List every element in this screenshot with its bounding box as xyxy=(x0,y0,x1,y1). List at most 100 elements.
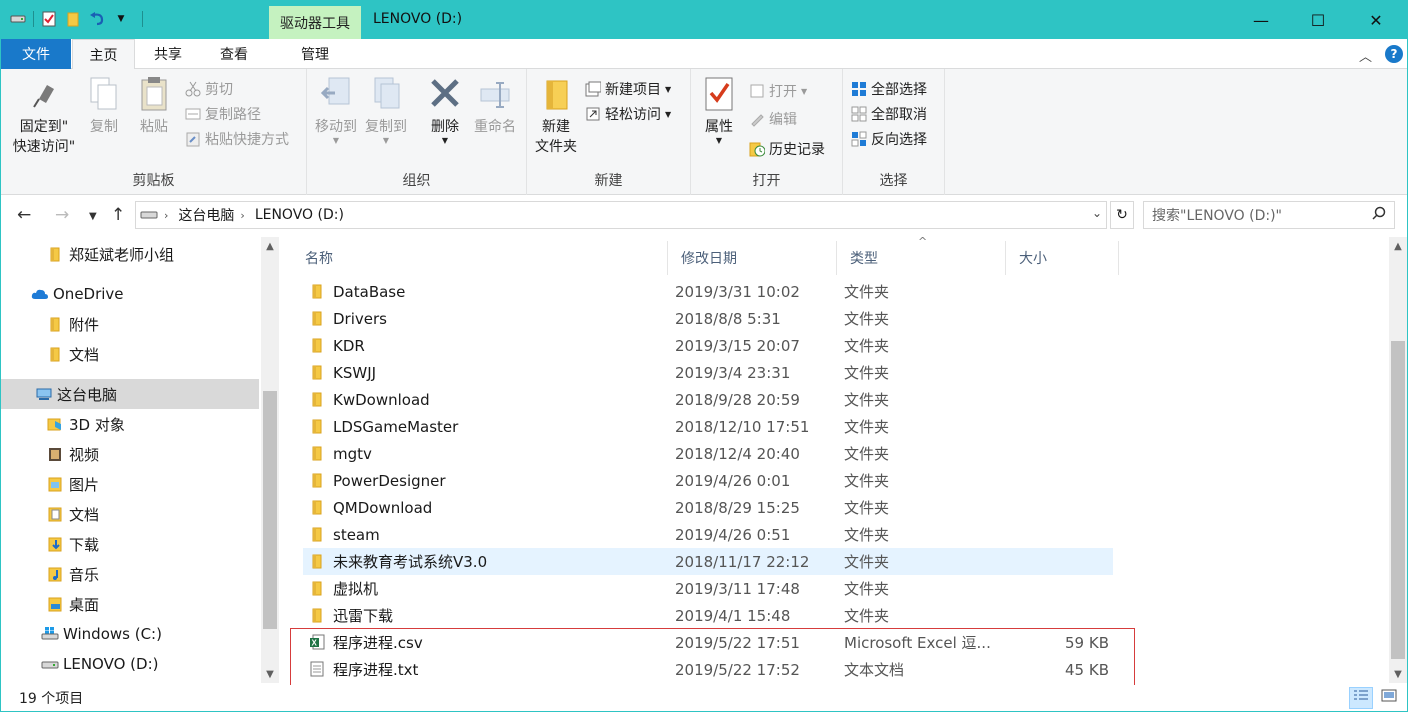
column-header-name[interactable]: 名称 xyxy=(291,241,668,275)
drive-tools-context-tab[interactable]: 驱动器工具 xyxy=(269,6,361,39)
sidebar-item-label: 附件 xyxy=(69,315,100,334)
column-header-date[interactable]: 修改日期 xyxy=(667,241,837,275)
sidebar-item[interactable]: LENOVO (D:) xyxy=(1,649,259,679)
maximize-button[interactable]: ☐ xyxy=(1295,1,1341,39)
file-row[interactable]: steam 2019/4/26 0:51 文件夹 xyxy=(303,521,1113,548)
sidebar-item[interactable]: 这台电脑 xyxy=(1,379,259,409)
file-row[interactable]: KDR 2019/3/15 20:07 文件夹 xyxy=(303,332,1113,359)
breadcrumb-this-pc[interactable]: 这台电脑 xyxy=(178,205,234,225)
tab-view[interactable]: 查看 xyxy=(201,39,267,69)
file-row[interactable]: 未来教育考试系统V3.0 2018/11/17 22:12 文件夹 xyxy=(303,548,1113,575)
scroll-up-icon[interactable]: ▲ xyxy=(261,237,279,255)
column-header-type[interactable]: 类型 xyxy=(836,241,1006,275)
minimize-button[interactable]: — xyxy=(1238,1,1284,39)
sidebar-item[interactable]: 郑延斌老师小组 xyxy=(1,239,259,269)
new-group-label: 新建 xyxy=(594,173,623,189)
sidebar-item[interactable]: 音乐 xyxy=(1,559,259,589)
rename-button[interactable]: 重命名 xyxy=(469,75,521,137)
sidebar-item[interactable]: 图片 xyxy=(1,469,259,499)
file-row[interactable]: KwDownload 2018/9/28 20:59 文件夹 xyxy=(303,386,1113,413)
copy-to-button[interactable]: 复制到 ▼ xyxy=(363,75,409,145)
file-row[interactable]: 虚拟机 2019/3/11 17:48 文件夹 xyxy=(303,575,1113,602)
file-type: 文件夹 xyxy=(844,391,890,409)
tab-home[interactable]: 主页 xyxy=(72,39,135,70)
sidebar-item-label: 音乐 xyxy=(69,565,100,584)
new-folder-icon[interactable] xyxy=(64,10,82,28)
folder-icon xyxy=(309,391,325,407)
move-to-button[interactable]: 移动到 ▼ xyxy=(313,75,359,145)
nav-scrollbar[interactable]: ▲ ▼ xyxy=(261,237,279,683)
forward-arrow-icon[interactable]: → xyxy=(55,205,69,225)
file-row[interactable]: mgtv 2018/12/4 20:40 文件夹 xyxy=(303,440,1113,467)
move-to-icon xyxy=(319,75,353,113)
file-row[interactable]: PowerDesigner 2019/4/26 0:01 文件夹 xyxy=(303,467,1113,494)
copy-button[interactable]: 复制 xyxy=(85,75,123,137)
sidebar-item[interactable]: 视频 xyxy=(1,439,259,469)
breadcrumb-drive[interactable]: LENOVO (D:) xyxy=(255,207,344,223)
open-button[interactable]: 打开 ▼ xyxy=(749,79,807,103)
up-arrow-icon[interactable]: ↑ xyxy=(111,205,125,225)
move-to-label: 移动到 xyxy=(315,119,357,135)
scroll-down-icon[interactable]: ▼ xyxy=(261,665,279,683)
sidebar-item[interactable]: OneDrive xyxy=(1,279,259,309)
column-date-label: 修改日期 xyxy=(681,251,737,267)
back-arrow-icon[interactable]: ← xyxy=(17,205,31,225)
file-row[interactable]: 迅雷下载 2019/4/1 15:48 文件夹 xyxy=(303,602,1113,629)
sidebar-item[interactable]: 附件 xyxy=(1,309,259,339)
details-view-button[interactable] xyxy=(1349,687,1373,709)
cut-button[interactable]: 剪切 xyxy=(185,77,233,101)
search-input[interactable]: 搜索"LENOVO (D:)" xyxy=(1143,201,1395,229)
help-icon[interactable]: ? xyxy=(1385,45,1403,63)
close-button[interactable]: ✕ xyxy=(1353,1,1399,39)
properties-button[interactable]: 属性 ▼ xyxy=(697,75,741,145)
sidebar-item[interactable]: 文档 xyxy=(1,499,259,529)
sidebar-item[interactable]: 文档 xyxy=(1,339,259,369)
edit-button[interactable]: 编辑 xyxy=(749,107,797,131)
new-folder-button[interactable]: 新建 文件夹 xyxy=(533,75,579,157)
sidebar-item[interactable]: Windows (C:) xyxy=(1,619,259,649)
file-row[interactable]: QMDownload 2018/8/29 15:25 文件夹 xyxy=(303,494,1113,521)
properties-check-icon xyxy=(702,75,736,113)
address-box[interactable]: › 这台电脑 › LENOVO (D:) ⌄ xyxy=(135,201,1107,229)
file-list-scroll-thumb[interactable] xyxy=(1391,341,1405,659)
copy-path-button[interactable]: 复制路径 xyxy=(185,102,261,126)
history-button[interactable]: 历史记录 xyxy=(749,137,825,161)
file-row[interactable]: LDSGameMaster 2018/12/10 17:51 文件夹 xyxy=(303,413,1113,440)
toolbar-separator xyxy=(142,11,143,27)
large-icons-view-button[interactable] xyxy=(1377,687,1401,709)
nav-scroll-thumb[interactable] xyxy=(263,391,277,629)
new-item-button[interactable]: 新建项目 ▼ xyxy=(585,77,671,101)
sidebar-item-label: 文档 xyxy=(69,345,100,364)
file-list-scrollbar[interactable]: ▲ ▼ xyxy=(1389,237,1407,683)
scroll-down-icon[interactable]: ▼ xyxy=(1389,665,1407,683)
file-row[interactable]: KSWJJ 2019/3/4 23:31 文件夹 xyxy=(303,359,1113,386)
file-row[interactable]: DataBase 2019/3/31 10:02 文件夹 xyxy=(303,278,1113,305)
sidebar-item[interactable]: 3D 对象 xyxy=(1,409,259,439)
tab-share[interactable]: 共享 xyxy=(135,39,201,69)
recent-locations-icon[interactable]: ▼ xyxy=(89,211,97,222)
file-row[interactable]: Drivers 2018/8/8 5:31 文件夹 xyxy=(303,305,1113,332)
invert-selection-button[interactable]: 反向选择 xyxy=(851,127,927,151)
select-none-button[interactable]: 全部取消 xyxy=(851,102,927,126)
pin-to-quick-access-button[interactable]: 固定到" 快速访问" xyxy=(7,75,81,157)
tab-manage[interactable]: 管理 xyxy=(269,39,361,69)
delete-button[interactable]: 删除 ▼ xyxy=(425,75,465,145)
scroll-up-icon[interactable]: ▲ xyxy=(1389,237,1407,255)
paste-shortcut-button[interactable]: 粘贴快捷方式 xyxy=(185,127,289,151)
tab-file[interactable]: 文件 xyxy=(1,39,71,69)
select-all-button[interactable]: 全部选择 xyxy=(851,77,927,101)
clipboard-group-label: 剪贴板 xyxy=(132,173,175,189)
undo-icon[interactable] xyxy=(88,10,106,28)
refresh-button[interactable]: ↻ xyxy=(1110,201,1134,229)
file-name: QMDownload xyxy=(333,498,433,517)
collapse-ribbon-icon[interactable]: ︿ xyxy=(1359,46,1372,65)
customize-toolbar-icon[interactable]: ▼ xyxy=(112,10,130,28)
properties-icon[interactable] xyxy=(40,10,58,28)
paste-button[interactable]: 粘贴 xyxy=(135,75,173,137)
address-dropdown-icon[interactable]: ⌄ xyxy=(1092,206,1102,220)
column-header-size[interactable]: 大小 xyxy=(1005,241,1119,275)
sidebar-item[interactable]: 下载 xyxy=(1,529,259,559)
copy-to-icon xyxy=(369,75,403,113)
sidebar-item[interactable]: 桌面 xyxy=(1,589,259,619)
easy-access-button[interactable]: 轻松访问 ▼ xyxy=(585,102,671,126)
